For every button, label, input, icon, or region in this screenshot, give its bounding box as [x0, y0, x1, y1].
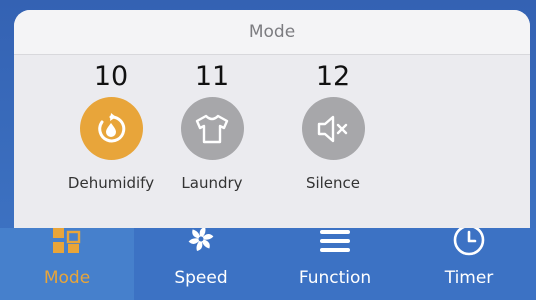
mode-button-dehumidify[interactable]: [79, 97, 143, 160]
mode-grid-icon: [53, 228, 81, 253]
mode-number: 12: [315, 61, 351, 92]
mode-button-silence[interactable]: [301, 97, 365, 160]
tab-function[interactable]: Function: [268, 228, 402, 300]
mode-label: Silence: [305, 174, 361, 192]
tab-label: Timer: [444, 268, 494, 288]
mute-speaker-icon: [317, 115, 348, 142]
menu-icon: [320, 230, 350, 252]
tab-speed[interactable]: Speed: [134, 228, 268, 300]
tab-timer[interactable]: Timer: [402, 228, 536, 300]
dehumidify-icon: [98, 112, 126, 142]
tab-mode[interactable]: Mode: [0, 228, 134, 300]
mode-number: 11: [194, 61, 230, 92]
sheet-title: Mode: [14, 10, 530, 55]
tab-label: Function: [298, 268, 372, 288]
mode-number: 10: [93, 61, 129, 92]
fan-icon: [188, 228, 214, 251]
mode-label: Dehumidify: [67, 174, 155, 192]
bottom-tab-bar: Mode Speed Function Timer: [0, 228, 536, 300]
mode-label: Laundry: [181, 174, 243, 192]
mode-button-laundry[interactable]: [180, 97, 244, 160]
laundry-shirt-icon: [195, 114, 229, 143]
mode-sheet: Mode 10 Dehumidify 11 Laundry 12 Silence: [14, 10, 530, 236]
mode-option-laundry[interactable]: 11 Laundry: [157, 54, 267, 192]
mode-option-dehumidify[interactable]: 10 Dehumidify: [56, 54, 166, 192]
clock-icon: [453, 228, 485, 256]
tab-label: Mode: [43, 268, 91, 288]
tab-label: Speed: [174, 268, 228, 288]
mode-option-silence[interactable]: 12 Silence: [278, 54, 388, 192]
